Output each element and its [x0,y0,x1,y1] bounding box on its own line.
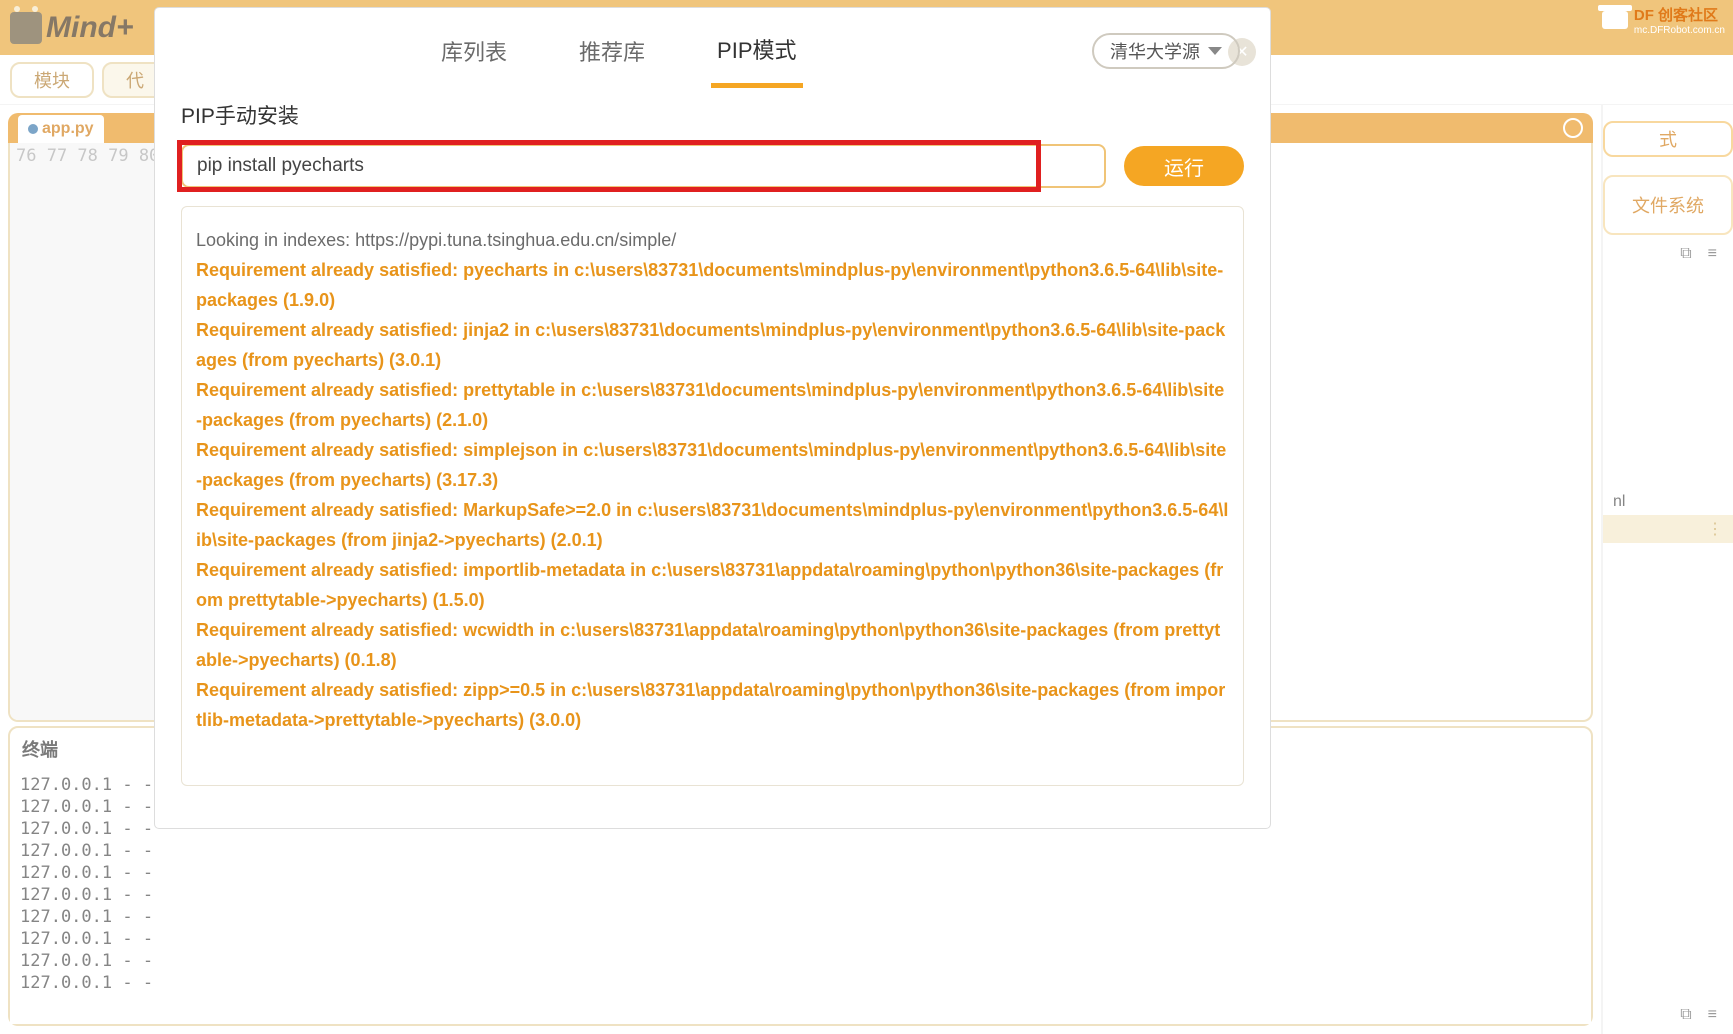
pip-source-dropdown[interactable]: 清华大学源 [1092,33,1240,69]
community-badge[interactable]: DF 创客社区 mc.DFRobot.com.cn [1602,4,1725,36]
pip-source-label: 清华大学源 [1110,38,1200,64]
run-button[interactable]: 运行 [1124,146,1244,186]
tab-library-list[interactable]: 库列表 [435,17,513,85]
graduation-cap-icon [1602,11,1628,29]
tab-pip-mode[interactable]: PIP模式 [711,15,802,88]
tab-recommended[interactable]: 推荐库 [573,17,651,85]
section-title: PIP手动安装 [181,100,1244,130]
pip-output[interactable]: Looking in indexes: https://pypi.tuna.ts… [181,206,1244,786]
community-label: 创客社区 [1658,7,1718,24]
chevron-down-icon [1208,47,1222,55]
pip-command-input[interactable] [181,144,1106,188]
modal-tabs: 库列表 推荐库 PIP模式 清华大学源 [155,8,1270,94]
library-manager-modal: ✕ 库列表 推荐库 PIP模式 清华大学源 PIP手动安装 运行 Looking… [155,8,1270,828]
community-sublabel: mc.DFRobot.com.cn [1634,25,1725,36]
